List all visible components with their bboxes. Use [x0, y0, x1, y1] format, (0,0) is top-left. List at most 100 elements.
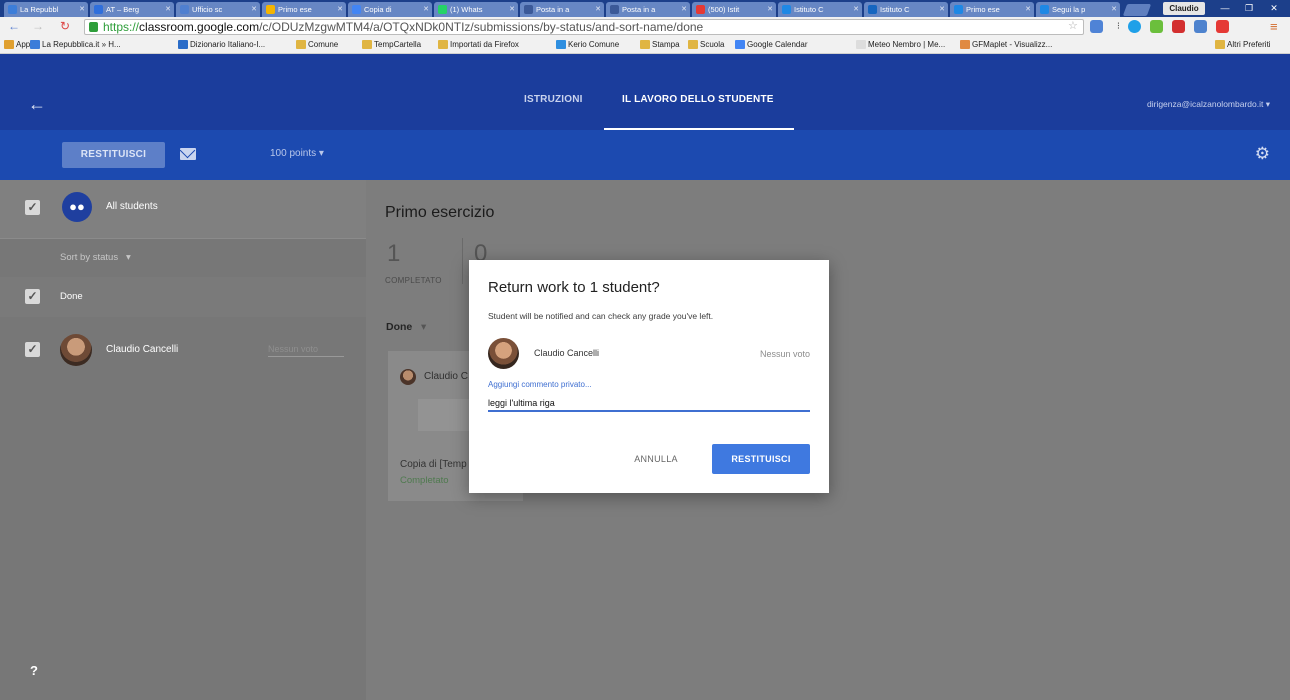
browser-tab[interactable]: Primo ese ✕: [950, 2, 1034, 17]
bookmark-item[interactable]: Google Calendar: [735, 39, 807, 51]
url-scheme: https://: [103, 20, 140, 34]
close-tab-icon[interactable]: ✕: [1111, 2, 1117, 17]
browser-tab[interactable]: Posta in a ✕: [606, 2, 690, 17]
close-tab-icon[interactable]: ✕: [1025, 2, 1031, 17]
browser-tab[interactable]: (1) Whats ✕: [434, 2, 518, 17]
bookmark-star-icon[interactable]: ☆: [1068, 19, 1078, 34]
close-tab-icon[interactable]: ✕: [509, 2, 515, 17]
avatar: [400, 369, 416, 385]
all-students-row[interactable]: ✓ ●● All students: [0, 180, 366, 238]
tab-instructions[interactable]: ISTRUZIONI: [524, 94, 583, 105]
browser-tab[interactable]: Istituto C ✕: [864, 2, 948, 17]
group-checkbox[interactable]: ✓: [25, 289, 40, 304]
adblock-icon[interactable]: [1172, 20, 1185, 33]
card-student-name: Claudio C: [424, 371, 468, 382]
browser-tab[interactable]: Primo ese ✕: [262, 2, 346, 17]
bookmark-icon: [960, 40, 970, 49]
close-tab-icon[interactable]: ✕: [251, 2, 257, 17]
classroom-header: ← ISTRUZIONI IL LAVORO DELLO STUDENTE di…: [0, 54, 1290, 132]
student-name: Claudio Cancelli: [106, 344, 179, 355]
bookmark-item[interactable]: GFMaplet - Visualizz...: [960, 39, 1052, 51]
close-tab-icon[interactable]: ✕: [423, 2, 429, 17]
bookmark-item[interactable]: La Repubblica.it » H...: [30, 39, 121, 51]
other-bookmarks[interactable]: Altri Preferiti: [1215, 39, 1271, 51]
tab-label: AT – Berg: [106, 5, 140, 14]
tab-student-work[interactable]: IL LAVORO DELLO STUDENTE: [622, 94, 774, 105]
bookmark-item[interactable]: Dizionario Italiano-I...: [178, 39, 265, 51]
cancel-button[interactable]: ANNULLA: [621, 444, 691, 474]
bookmark-label: Comune: [308, 40, 339, 49]
points-dropdown[interactable]: 100 points ▾: [270, 148, 324, 159]
close-tab-icon[interactable]: ✕: [595, 2, 601, 17]
minimize-icon[interactable]: —: [1214, 1, 1236, 15]
divider: [0, 238, 366, 239]
mail-icon[interactable]: [180, 148, 196, 160]
bookmark-item[interactable]: Kerio Comune: [556, 39, 619, 51]
return-confirm-button[interactable]: RESTITUISCI: [712, 444, 810, 474]
dialog-student-name: Claudio Cancelli: [534, 348, 600, 358]
browser-tab[interactable]: La Repubbl ✕: [4, 2, 88, 17]
return-button[interactable]: RESTITUISCI: [62, 142, 165, 168]
bookmark-label: Dizionario Italiano-I...: [190, 40, 266, 49]
filter-dropdown[interactable]: Done ▾: [386, 321, 426, 333]
chrome-menu-icon[interactable]: ≡: [1270, 19, 1278, 34]
all-students-checkbox[interactable]: ✓: [25, 200, 40, 215]
bookmark-item[interactable]: Scuola: [688, 39, 724, 51]
forward-icon[interactable]: →: [32, 19, 44, 34]
bookmark-item[interactable]: TempCartella: [362, 39, 421, 51]
browser-tab[interactable]: Posta in a ✕: [520, 2, 604, 17]
close-window-icon[interactable]: ✕: [1262, 1, 1286, 15]
bookmark-label: Stampa: [652, 40, 680, 49]
evernote-icon[interactable]: [1150, 20, 1163, 33]
extension-menu-icon[interactable]: ⁝: [1112, 20, 1125, 33]
apps-bookmark[interactable]: App: [4, 39, 30, 51]
translate-icon[interactable]: [1090, 20, 1103, 33]
lastpass-icon[interactable]: [1216, 20, 1229, 33]
bookmark-item[interactable]: Importati da Firefox: [438, 39, 519, 51]
close-tab-icon[interactable]: ✕: [337, 2, 343, 17]
bookmark-item[interactable]: Stampa: [640, 39, 680, 51]
group-icon: ●●: [62, 192, 92, 222]
tab-label: Ufficio sc: [192, 5, 223, 14]
url-bar[interactable]: https://classroom.google.com/c/ODUzMzgwM…: [84, 19, 1084, 35]
browser-tab[interactable]: Ufficio sc ✕: [176, 2, 260, 17]
maximize-icon[interactable]: ❐: [1238, 1, 1260, 15]
new-tab-button[interactable]: [1122, 4, 1152, 16]
browser-tab[interactable]: (500) Istit ✕: [692, 2, 776, 17]
tab-favicon-icon: [94, 5, 103, 14]
close-tab-icon[interactable]: ✕: [853, 2, 859, 17]
account-menu[interactable]: dirigenza@icalzanolombardo.it ▾: [1147, 99, 1270, 110]
student-row[interactable]: ✓ Claudio Cancelli Nessun voto: [0, 328, 366, 378]
back-arrow-icon[interactable]: ←: [28, 94, 46, 115]
browser-tab[interactable]: Segui la p ✕: [1036, 2, 1120, 17]
browser-tab[interactable]: Copia di ✕: [348, 2, 432, 17]
bookmark-label: La Repubblica.it » H...: [42, 40, 121, 49]
browser-tab[interactable]: AT – Berg ✕: [90, 2, 174, 17]
tab-favicon-icon: [610, 5, 619, 14]
private-comment-input[interactable]: [488, 396, 810, 412]
group-row-done[interactable]: ✓ Done: [0, 277, 366, 317]
bookmark-item[interactable]: Meteo Nembro | Me...: [856, 39, 945, 51]
profile-button[interactable]: Claudio: [1163, 2, 1205, 15]
bookmark-item[interactable]: Comune: [296, 39, 338, 51]
close-tab-icon[interactable]: ✕: [681, 2, 687, 17]
card-file-name[interactable]: Copia di [Temp: [400, 459, 467, 470]
back-icon[interactable]: ←: [8, 19, 20, 34]
browser-tab[interactable]: Istituto C ✕: [778, 2, 862, 17]
group-label: Done: [60, 291, 83, 302]
student-checkbox[interactable]: ✓: [25, 342, 40, 357]
gear-icon[interactable]: ⚙: [1255, 144, 1270, 164]
drive-extension-icon[interactable]: [1194, 20, 1207, 33]
close-tab-icon[interactable]: ✕: [939, 2, 945, 17]
close-tab-icon[interactable]: ✕: [79, 2, 85, 17]
close-tab-icon[interactable]: ✕: [165, 2, 171, 17]
sort-dropdown[interactable]: Sort by status ▾: [60, 252, 131, 263]
tab-favicon-icon: [696, 5, 705, 14]
close-tab-icon[interactable]: ✕: [767, 2, 773, 17]
skype-icon[interactable]: [1128, 20, 1141, 33]
help-icon[interactable]: ?: [30, 663, 38, 678]
grade-placeholder: Nessun voto: [268, 344, 319, 354]
grade-input[interactable]: Nessun voto: [268, 344, 344, 357]
tab-favicon-icon: [266, 5, 275, 14]
reload-icon[interactable]: ↻: [60, 19, 70, 34]
